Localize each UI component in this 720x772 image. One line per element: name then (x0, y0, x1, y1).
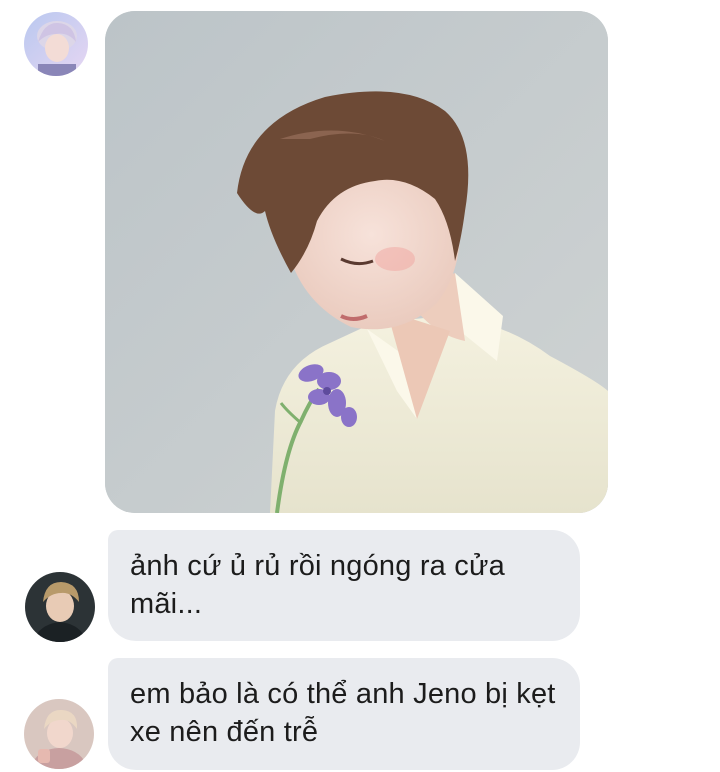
chat-message-bubble[interactable]: em bảo là có thể anh Jeno bị kẹt xe nên … (108, 658, 580, 770)
photo-man-white-shirt-purple-flower-icon (105, 11, 608, 513)
chat-message-bubble[interactable]: ảnh cứ ủ rủ rồi ngóng ra cửa mãi... (108, 530, 580, 641)
avatar-pink-blonde-icon (24, 699, 94, 769)
avatar-pastel-blonde-icon (24, 12, 88, 76)
photo-message[interactable] (105, 11, 608, 513)
avatar-dark-jacket-icon (25, 572, 95, 642)
sender-avatar-2[interactable] (25, 572, 95, 642)
sender-avatar-1[interactable] (24, 12, 88, 76)
sender-avatar-3[interactable] (24, 699, 94, 769)
message-text: em bảo là có thể anh Jeno bị kẹt xe nên … (130, 678, 556, 748)
message-text: ảnh cứ ủ rủ rồi ngóng ra cửa mãi... (130, 550, 505, 620)
